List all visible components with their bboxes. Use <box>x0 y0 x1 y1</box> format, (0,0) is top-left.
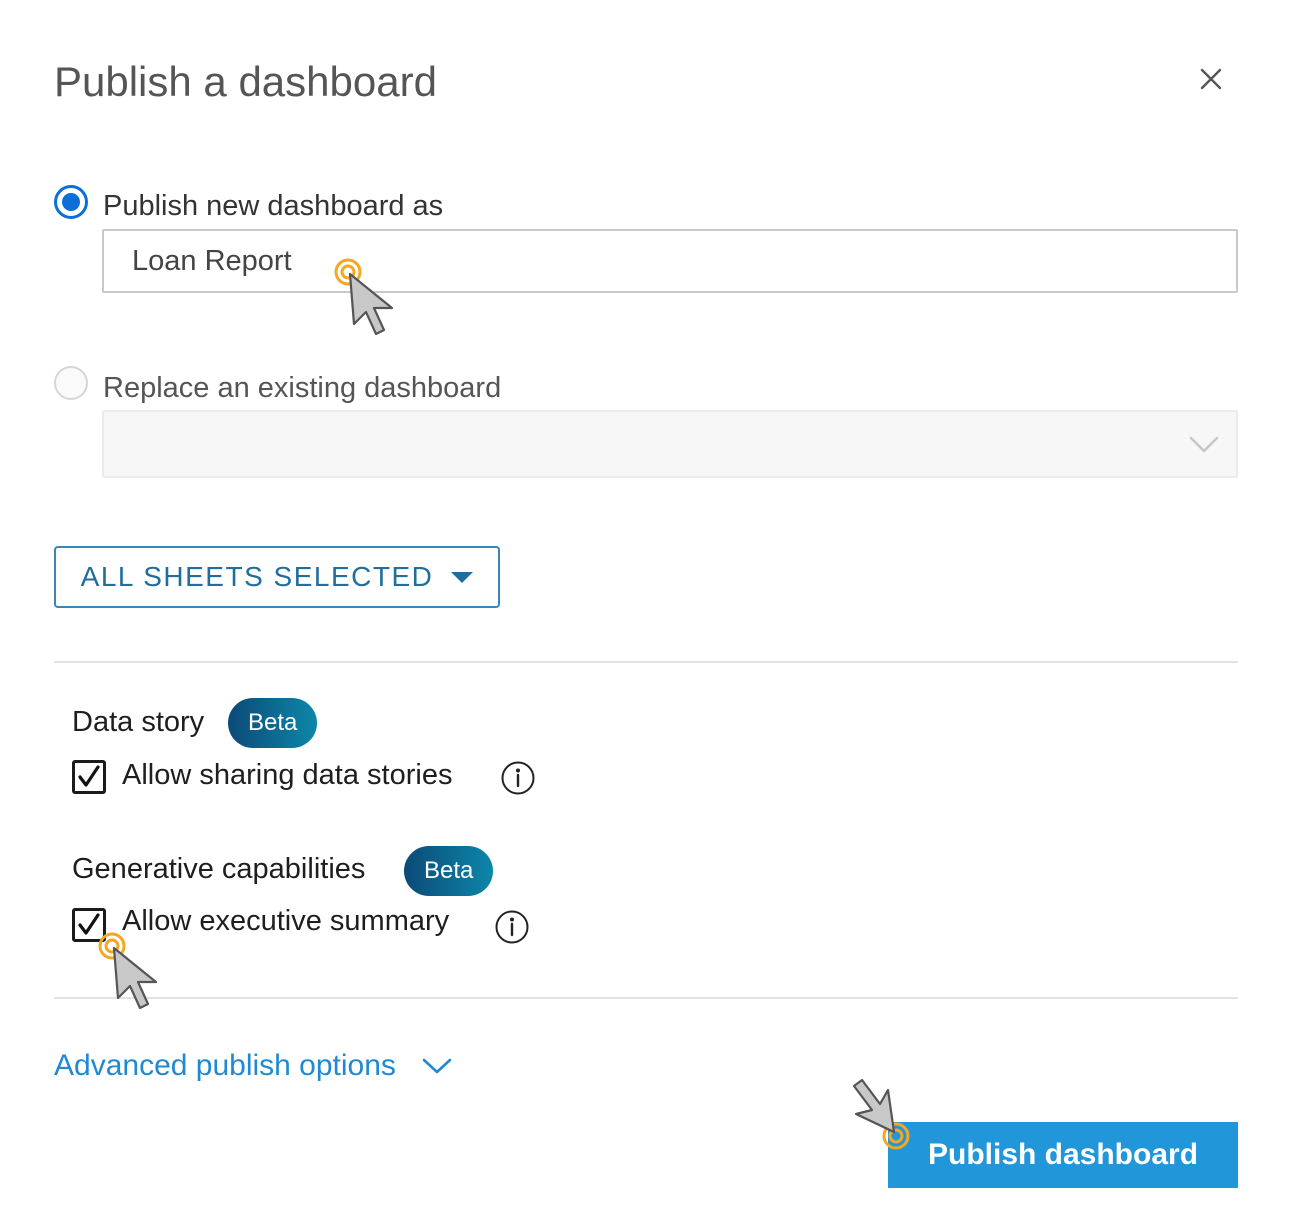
info-icon[interactable] <box>494 909 530 945</box>
sheets-selector-button[interactable]: ALL SHEETS SELECTED <box>54 546 500 608</box>
allow-executive-summary-checkbox[interactable] <box>72 908 106 942</box>
replace-existing-label: Replace an existing dashboard <box>103 372 502 404</box>
publish-dashboard-button[interactable]: Publish dashboard <box>888 1122 1238 1188</box>
checkmark-icon <box>78 913 100 935</box>
advanced-publish-options-label: Advanced publish options <box>54 1049 396 1082</box>
sheets-selector-label: ALL SHEETS SELECTED <box>80 561 434 592</box>
publish-new-radio[interactable] <box>54 185 88 219</box>
generative-title: Generative capabilities <box>72 853 366 885</box>
dialog-title: Publish a dashboard <box>54 58 437 105</box>
beta-badge: Beta <box>228 698 318 748</box>
info-icon[interactable] <box>500 760 536 796</box>
divider <box>54 997 1238 999</box>
chevron-down-icon <box>1189 436 1219 453</box>
caret-down-icon <box>451 571 474 583</box>
close-icon[interactable] <box>1196 64 1226 94</box>
advanced-publish-options-link[interactable]: Advanced publish options <box>54 1049 452 1083</box>
replace-existing-radio[interactable] <box>54 366 88 400</box>
checkmark-icon <box>78 765 100 787</box>
data-story-title: Data story <box>72 706 205 738</box>
allow-data-stories-label: Allow sharing data stories <box>122 759 453 791</box>
allow-data-stories-checkbox[interactable] <box>72 760 106 794</box>
chevron-down-icon <box>422 1058 452 1074</box>
divider <box>54 661 1238 663</box>
publish-new-label: Publish new dashboard as <box>103 190 444 222</box>
beta-badge: Beta <box>404 846 494 896</box>
allow-executive-summary-label: Allow executive summary <box>122 905 450 937</box>
dashboard-name-input[interactable] <box>102 229 1238 293</box>
existing-dashboard-select[interactable] <box>102 410 1238 478</box>
